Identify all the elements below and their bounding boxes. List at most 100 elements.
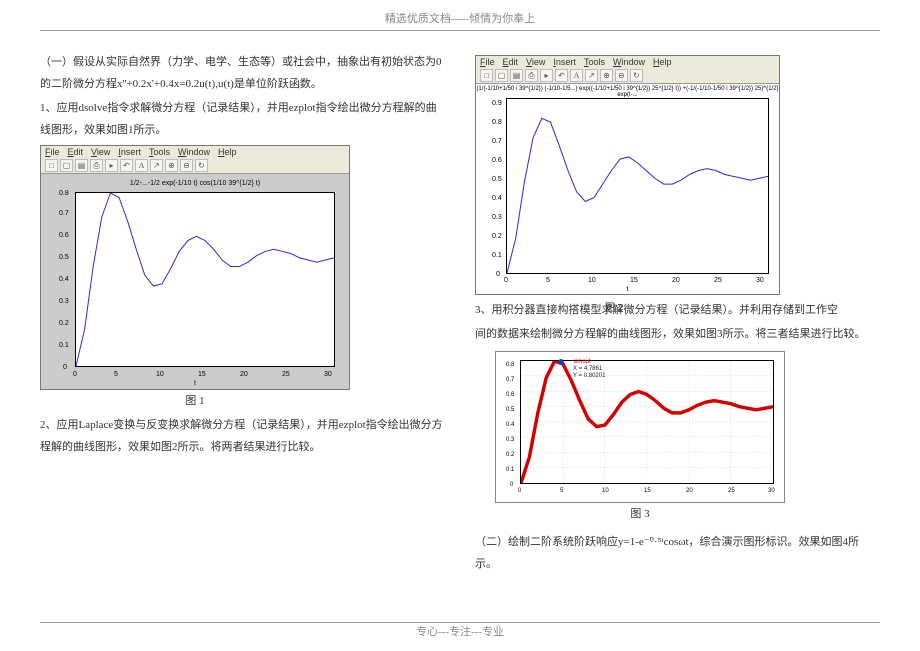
menu-tools[interactable]: Tools xyxy=(149,147,170,157)
ytick: 0.6 xyxy=(492,157,502,164)
xtick: 15 xyxy=(644,488,651,494)
xtick: 10 xyxy=(156,371,164,378)
toolbar-btn[interactable]: ↶ xyxy=(120,159,133,172)
figure-3-caption: 图 3 xyxy=(495,505,785,521)
menu-help[interactable]: Help xyxy=(653,57,672,67)
para-1: （一）假设从实际自然界（力学、电学、生态等）或社会中，抽象出有初始状态为0 的二… xyxy=(40,51,445,95)
toolbar-btn[interactable]: ▢ xyxy=(60,159,73,172)
matlab-toolbar: □ ▢ ▤ ⎙ ▸ ↶ A ↗ ⊕ ⊖ ↻ xyxy=(41,158,349,174)
curve-svg-3 xyxy=(521,361,773,483)
right-column: File Edit View Insert Tools Window Help … xyxy=(475,51,880,577)
toolbar-btn[interactable]: ↻ xyxy=(630,69,643,82)
plot-axes-1 xyxy=(75,192,335,367)
page-header-title: 精选优质文档-----倾情为你奉上 xyxy=(0,0,920,26)
toolbar-btn[interactable]: ⊕ xyxy=(600,69,613,82)
toolbar-btn[interactable]: ↗ xyxy=(150,159,163,172)
toolbar-btn[interactable]: ↶ xyxy=(555,69,568,82)
ytick: 0.7 xyxy=(506,377,514,383)
matlab-window-2: File Edit View Insert Tools Window Help … xyxy=(475,55,780,295)
page-footer-text: 专心---专注---专业 xyxy=(0,623,920,639)
ytick: 0 xyxy=(496,271,500,278)
toolbar-btn[interactable]: □ xyxy=(45,159,58,172)
menu-help[interactable]: Help xyxy=(218,147,237,157)
menu-window[interactable]: Window xyxy=(178,147,210,157)
xtick: 30 xyxy=(756,277,764,284)
toolbar-btn[interactable]: ▤ xyxy=(75,159,88,172)
xtick: 10 xyxy=(588,277,596,284)
toolbar-btn[interactable]: ▸ xyxy=(105,159,118,172)
toolbar-btn[interactable]: □ xyxy=(480,69,493,82)
matlab-menubar[interactable]: File Edit View Insert Tools Window Help xyxy=(41,146,349,158)
ytick: 0.1 xyxy=(492,252,502,259)
xtick: 25 xyxy=(282,371,290,378)
legend-text: simout xyxy=(573,359,605,366)
para-3: 2、应用Laplace变换与反变换求解微分方程（记录结果），并用ezplot指令… xyxy=(40,414,445,458)
toolbar-btn[interactable]: ▤ xyxy=(510,69,523,82)
para-r1a-text: 3、用积分器直接构搭模型求解微分方程（记录结果）。并利用存储到工作空 xyxy=(475,304,838,316)
toolbar-btn[interactable]: ⊖ xyxy=(180,159,193,172)
xtick: 20 xyxy=(686,488,693,494)
menu-insert[interactable]: Insert xyxy=(118,147,141,157)
ytick: 0.8 xyxy=(492,119,502,126)
ytick: 0.1 xyxy=(506,467,514,473)
xtick: 20 xyxy=(672,277,680,284)
ytick: 0.6 xyxy=(506,392,514,398)
menu-file[interactable]: File xyxy=(45,147,60,157)
two-column-content: （一）假设从实际自然界（力学、电学、生态等）或社会中，抽象出有初始状态为0 的二… xyxy=(0,31,920,577)
xtick: 0 xyxy=(73,371,77,378)
xtick: 5 xyxy=(560,488,563,494)
xtick: 5 xyxy=(114,371,118,378)
xtick: 0 xyxy=(518,488,521,494)
toolbar-btn[interactable]: ▸ xyxy=(540,69,553,82)
para-r1b: 间的数据来绘制微分方程解的曲线图形，效果如图3所示。将三者结果进行比较。 xyxy=(475,323,880,345)
xtick: 25 xyxy=(714,277,722,284)
toolbar-btn[interactable]: A xyxy=(570,69,583,82)
marker-x-text: X = 4.7861 xyxy=(573,366,605,373)
fig2-caption-overlay: 图 2 xyxy=(605,299,623,319)
figure-3: simout X = 4.7861 Y = 0.80201 0 0.1 0.2 … xyxy=(495,351,785,521)
ytick: 0.4 xyxy=(506,422,514,428)
matlab-menubar[interactable]: File Edit View Insert Tools Window Help xyxy=(476,56,779,68)
ytick: 0.4 xyxy=(59,276,69,283)
ytick: 0.3 xyxy=(59,298,69,305)
xtick: 30 xyxy=(324,371,332,378)
para-2: 1、应用dsolve指令求解微分方程（记录结果），并用ezplot指令绘出微分方… xyxy=(40,97,445,141)
menu-file[interactable]: File xyxy=(480,57,495,67)
toolbar-btn[interactable]: ⊕ xyxy=(165,159,178,172)
toolbar-btn[interactable]: ↗ xyxy=(585,69,598,82)
xtick: 15 xyxy=(198,371,206,378)
menu-edit[interactable]: Edit xyxy=(503,57,519,67)
menu-edit[interactable]: Edit xyxy=(68,147,84,157)
marker-label: simout X = 4.7861 Y = 0.80201 xyxy=(573,359,605,381)
ytick: 0.1 xyxy=(59,342,69,349)
ytick: 0.9 xyxy=(492,100,502,107)
matlab-toolbar: □ ▢ ▤ ⎙ ▸ ↶ A ↗ ⊕ ⊖ ↻ xyxy=(476,68,779,84)
toolbar-btn[interactable]: ⎙ xyxy=(525,69,538,82)
ytick: 0.6 xyxy=(59,232,69,239)
ytick: 0.2 xyxy=(506,452,514,458)
xtick: 0 xyxy=(504,277,508,284)
menu-tools[interactable]: Tools xyxy=(584,57,605,67)
menu-insert[interactable]: Insert xyxy=(553,57,576,67)
curve-svg-1 xyxy=(76,193,334,366)
plot-area-2: (1/(-1/10+1/50 i 39^{1/2}) (-1/10-1/5...… xyxy=(476,84,779,294)
toolbar-btn[interactable]: A xyxy=(135,159,148,172)
para-r2: （二）绘制二阶系统阶跃响应y=1-e⁻⁰·⁵ᵗcosωt，综合演示图形标识。效果… xyxy=(475,531,880,575)
xlabel: t xyxy=(627,286,629,293)
menu-window[interactable]: Window xyxy=(613,57,645,67)
toolbar-btn[interactable]: ▢ xyxy=(495,69,508,82)
ytick: 0.5 xyxy=(59,254,69,261)
marker-y-text: Y = 0.80201 xyxy=(573,373,605,380)
toolbar-btn[interactable]: ⊖ xyxy=(615,69,628,82)
data-marker-icon xyxy=(558,359,564,365)
toolbar-btn[interactable]: ↻ xyxy=(195,159,208,172)
matlab-window-1: File Edit View Insert Tools Window Help … xyxy=(40,145,350,390)
ytick: 0.3 xyxy=(492,214,502,221)
xtick: 10 xyxy=(602,488,609,494)
menu-view[interactable]: View xyxy=(91,147,110,157)
menu-view[interactable]: View xyxy=(526,57,545,67)
toolbar-btn[interactable]: ⎙ xyxy=(90,159,103,172)
plot-title-1: 1/2-...-1/2 exp(-1/10 t) cos(1/10 39^{1/… xyxy=(41,180,349,187)
ytick: 0.5 xyxy=(492,176,502,183)
ytick: 0.4 xyxy=(492,195,502,202)
